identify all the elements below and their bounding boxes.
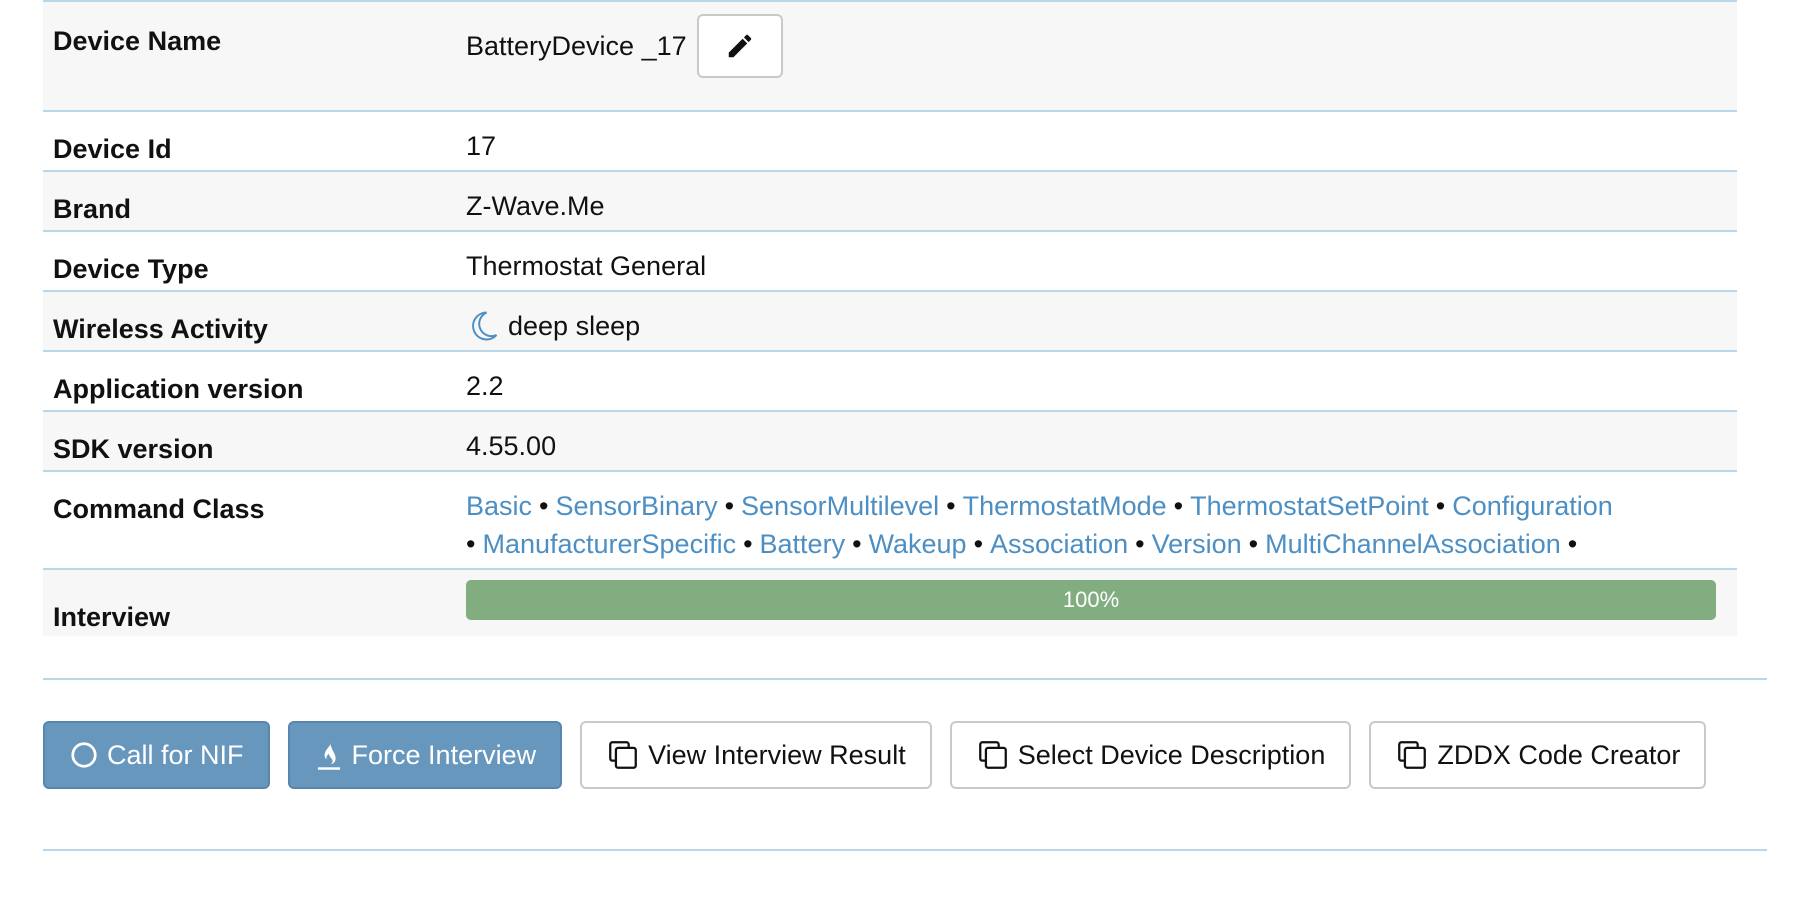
circle-icon [71, 742, 97, 768]
interview-label: Interview [43, 569, 466, 636]
divider-top [43, 678, 1767, 680]
cc-link-manufacturerspecific[interactable]: ManufacturerSpecific [482, 529, 736, 559]
view-interview-result-label: View Interview Result [648, 739, 906, 770]
force-interview-label: Force Interview [351, 739, 537, 770]
row-interview: Interview 100% [43, 569, 1737, 636]
view-interview-result-button[interactable]: View Interview Result [580, 721, 932, 789]
device-name-label: Device Name [43, 0, 466, 112]
cc-separator: • [1135, 529, 1145, 559]
select-device-description-button[interactable]: Select Device Description [949, 721, 1352, 789]
cc-link-version[interactable]: Version [1152, 529, 1242, 559]
cc-link-battery[interactable]: Battery [760, 529, 846, 559]
interview-progress-text: 100% [1062, 587, 1120, 612]
copy-icon [609, 741, 637, 769]
cc-link-configuration[interactable]: Configuration [1452, 491, 1613, 521]
device-type-label: Device Type [43, 231, 466, 292]
pencil-icon [728, 34, 751, 58]
fire-icon [317, 741, 340, 770]
cc-separator: • [743, 529, 753, 559]
cc-separator: • [1248, 529, 1259, 559]
cc-separator: • [852, 529, 862, 559]
application-version-value: 2.2 [466, 351, 1737, 412]
cc-link-sensormultilevel[interactable]: SensorMultilevel [741, 491, 939, 521]
cc-separator: • [724, 491, 735, 521]
cc-link-sensorbinary[interactable]: SensorBinary [555, 491, 717, 521]
cc-separator: • [466, 529, 476, 559]
row-wireless-activity: Wireless Activity deep sleep [43, 291, 1737, 352]
row-brand: Brand Z-Wave.Me [43, 171, 1737, 232]
zddx-code-creator-button[interactable]: ZDDX Code Creator [1369, 721, 1707, 789]
cc-link-basic[interactable]: Basic [466, 491, 532, 521]
device-name-value: BatteryDevice _17 [466, 31, 687, 61]
copy-icon [978, 741, 1007, 769]
cc-separator: • [946, 491, 956, 521]
cc-link-thermostatmode[interactable]: ThermostatMode [963, 491, 1167, 521]
edit-name-button[interactable] [696, 14, 783, 78]
row-device-type: Device Type Thermostat General [43, 231, 1737, 292]
device-id-value: 17 [466, 111, 1737, 172]
cc-separator: • [1435, 491, 1446, 521]
command-class-list: Basic • SensorBinary • SensorMultilevel • Ther… [466, 471, 1737, 570]
brand-value: Z-Wave.Me [466, 171, 1737, 232]
device-action-toolbar: Call for NIF Force Interview View Interv… [43, 721, 1707, 789]
divider-bottom [43, 849, 1767, 851]
cc-separator: • [539, 491, 549, 521]
device-info-table: Device Name BatteryDevice _17 Device Id … [43, 0, 1737, 636]
row-application-version: Application version 2.2 [43, 351, 1737, 412]
zddx-code-creator-label: ZDDX Code Creator [1437, 739, 1681, 770]
cc-link-multichannelassociation[interactable]: MultiChannelAssociation [1265, 529, 1561, 559]
wireless-activity-value: deep sleep [508, 311, 641, 341]
cc-link-association[interactable]: Association [990, 529, 1128, 559]
interview-progress-bar: 100% [466, 580, 1716, 620]
application-version-label: Application version [43, 351, 466, 412]
row-device-id: Device Id 17 [43, 111, 1737, 172]
wireless-activity-label: Wireless Activity [43, 291, 466, 352]
moon-icon [472, 311, 498, 341]
brand-label: Brand [43, 171, 466, 232]
copy-icon [1398, 741, 1427, 769]
cc-link-wakeup[interactable]: Wakeup [869, 529, 967, 559]
device-info-panel: Device Name BatteryDevice _17 Device Id … [43, 0, 1795, 636]
row-sdk-version: SDK version 4.55.00 [43, 411, 1737, 472]
call-for-nif-label: Call for NIF [107, 739, 244, 770]
device-type-value: Thermostat General [466, 231, 1737, 292]
sdk-version-label: SDK version [43, 411, 466, 472]
cc-separator: • [1567, 529, 1578, 559]
cc-link-thermostatsetpoint[interactable]: ThermostatSetPoint [1190, 491, 1429, 521]
row-command-class: Command Class Basic • SensorBinary • SensorM… [43, 471, 1737, 570]
sdk-version-value: 4.55.00 [466, 411, 1737, 472]
cc-separator: • [1173, 491, 1184, 521]
call-for-nif-button[interactable]: Call for NIF [43, 721, 270, 789]
select-device-description-label: Select Device Description [1017, 739, 1326, 770]
force-interview-button[interactable]: Force Interview [287, 721, 563, 789]
cc-separator: • [973, 529, 984, 559]
device-id-label: Device Id [43, 111, 466, 172]
command-class-label: Command Class [43, 471, 466, 570]
row-device-name: Device Name BatteryDevice _17 [43, 0, 1737, 112]
